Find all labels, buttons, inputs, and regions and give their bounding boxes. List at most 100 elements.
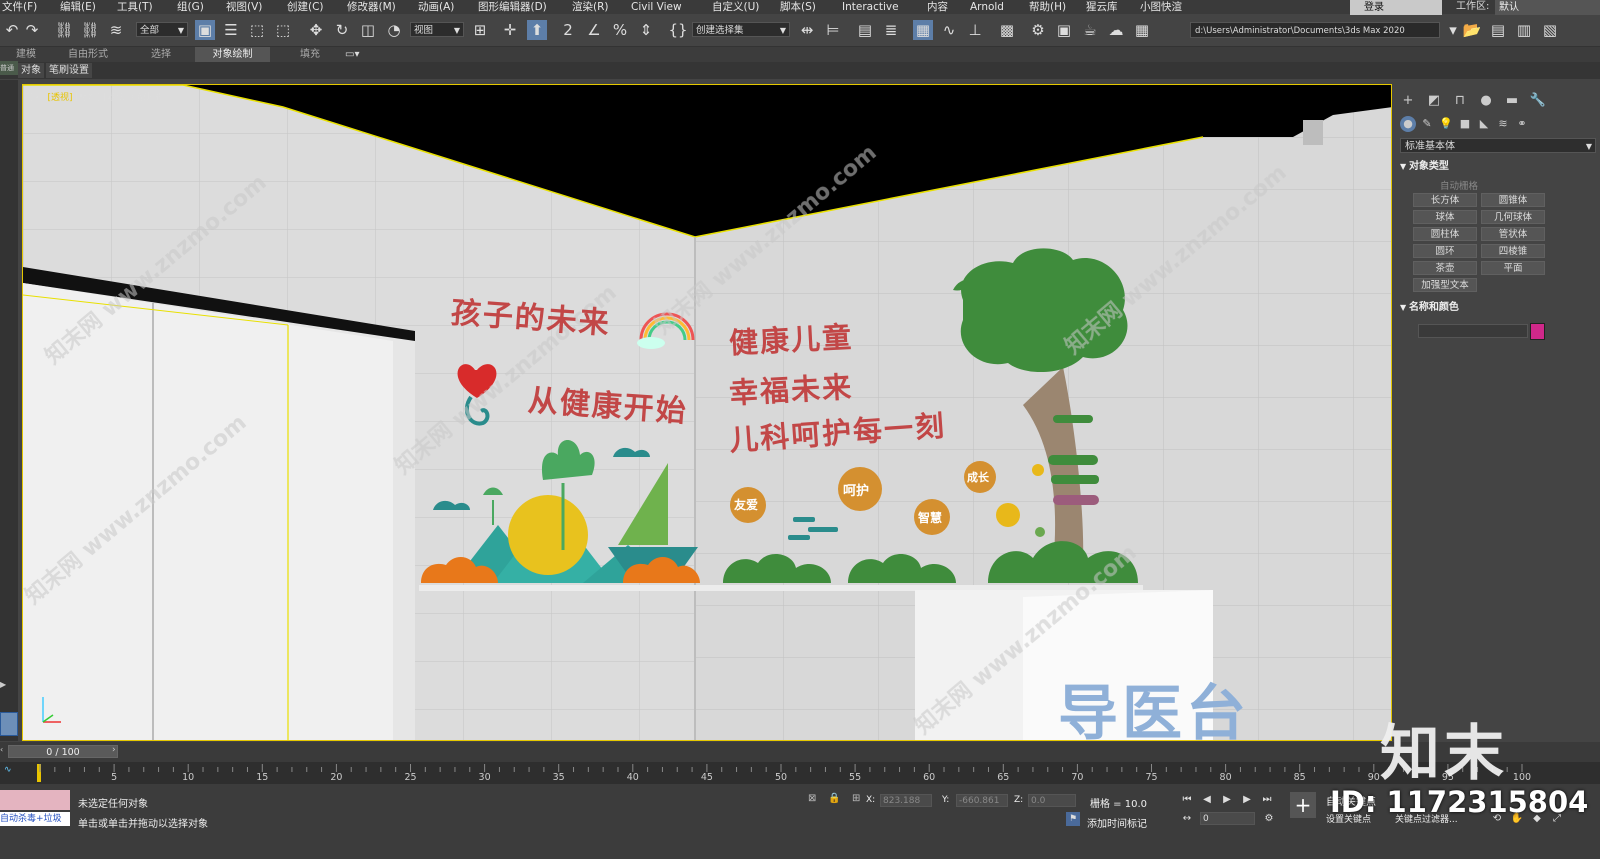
menu-item-18[interactable]: 小图快渲 [1140,0,1182,14]
y-coord-field[interactable]: -660.861 [956,794,1008,807]
link-icon[interactable]: ⛓ [54,20,74,40]
menu-item-17[interactable]: 猩云库 [1086,0,1118,14]
slider-prev-icon[interactable]: ‹ [0,745,8,758]
rendered-frame-icon[interactable]: ▣ [1054,20,1074,40]
auto-grid-checkbox[interactable]: 自动栅格 [1440,178,1478,192]
geosphere-button[interactable]: 几何球体 [1481,210,1545,224]
edit-named-selection-icon[interactable]: {} [668,20,688,40]
maxscript-listener-input[interactable] [0,790,70,810]
modify-tab-icon[interactable]: ◩ [1424,92,1444,110]
object-color-swatch[interactable] [1530,323,1545,340]
motion-tab-icon[interactable]: ● [1476,92,1496,110]
pyramid-button[interactable]: 四棱锥 [1481,244,1545,258]
systems-icon[interactable]: ⚭ [1514,116,1530,132]
menu-item-1[interactable]: 编辑(E) [60,0,96,14]
keyboard-shortcut-override-icon[interactable]: ⬆ [527,20,547,40]
project-open-icon[interactable]: ▤ [1488,20,1508,40]
teapot-button[interactable]: 茶壶 [1413,261,1477,275]
utilities-tab-icon[interactable]: 🔧 [1528,92,1548,110]
sub-tab-brush-settings[interactable]: 笔刷设置 [46,63,92,78]
menu-item-12[interactable]: 脚本(S) [780,0,816,14]
login-button[interactable]: 登录 [1350,0,1442,15]
schematic-view-icon[interactable]: ⊥ [965,20,985,40]
absolute-mode-icon[interactable]: ⊞ [852,793,864,805]
menu-item-3[interactable]: 组(G) [177,0,204,14]
ribbon-tab-freeform[interactable]: 自由形式 [68,47,108,62]
expand-arrow-icon[interactable]: ▶ [0,680,8,692]
rollout-object-type[interactable]: ▼ 对象类型 [1400,160,1596,174]
select-manipulate-icon[interactable]: ✛ [500,20,520,40]
menu-item-8[interactable]: 图形编辑器(D) [478,0,547,14]
z-coord-field[interactable]: 0.0 [1028,794,1076,807]
menu-item-11[interactable]: 自定义(U) [712,0,759,14]
render-iterative-icon[interactable]: ▦ [1132,20,1152,40]
x-coord-field[interactable]: 823.188 [880,794,932,807]
percent-snap-icon[interactable]: % [610,20,630,40]
plane-button[interactable]: 平面 [1481,261,1545,275]
menu-item-10[interactable]: Civil View [631,0,682,14]
bind-spacewarp-icon[interactable]: ≋ [106,20,126,40]
ribbon-tab-object-paint[interactable]: 对象绘制 [195,47,270,62]
align-icon[interactable]: ⊨ [823,20,843,40]
time-config-icon[interactable]: ⚙ [1262,812,1276,826]
perspective-viewport[interactable]: 知末网 www.znzmo.com 知末网 www.znzmo.com 知末网 … [22,84,1392,741]
render-production-icon[interactable]: ☕ [1080,20,1100,40]
ribbon-options-icon[interactable]: ▭▾ [345,47,359,62]
create-tab-icon[interactable]: + [1398,92,1418,110]
play-icon[interactable]: ▶ [1220,793,1234,807]
time-tag-icon[interactable]: ⚑ [1066,812,1080,826]
redo-icon[interactable]: ↷ [22,20,42,40]
torus-button[interactable]: 圆环 [1413,244,1477,258]
window-crossing-icon[interactable]: ⬚ [273,20,293,40]
spinner-snap-icon[interactable]: ⇕ [636,20,656,40]
set-key-button[interactable]: + [1290,792,1316,818]
display-tab-icon[interactable]: ▬ [1502,92,1522,110]
tube-button[interactable]: 管状体 [1481,227,1545,241]
goto-end-icon[interactable]: ⏭ [1260,793,1274,807]
goto-start-icon[interactable]: ⏮ [1180,793,1194,807]
maxscript-mini-output[interactable]: 自动杀毒+垃圾 [0,812,70,826]
menu-item-9[interactable]: 渲染(R) [572,0,609,14]
viewport-menu-shading[interactable]: [默认明暗处理] [103,93,164,103]
angle-snap-icon[interactable]: ∠ [584,20,604,40]
slider-next-icon[interactable]: › [112,745,122,758]
add-time-tag[interactable]: 添加时间标记 [1087,815,1147,830]
workspace-select[interactable]: 默认 [1495,0,1600,15]
select-object-icon[interactable]: ▣ [195,20,215,40]
prev-frame-icon[interactable]: ◀ [1200,793,1214,807]
geometry-icon[interactable]: ● [1400,116,1416,132]
snaps-toggle-icon[interactable]: 2 [558,20,578,40]
project-path-field[interactable]: d:\Users\Administrator\Documents\3ds Max… [1190,22,1440,38]
ribbon-tab-selection[interactable]: 选择 [151,47,171,62]
rect-selection-icon[interactable]: ⬚ [247,20,267,40]
sphere-button[interactable]: 球体 [1413,210,1477,224]
render-setup-icon[interactable]: ⚙ [1028,20,1048,40]
viewport-label[interactable]: [+] [透视] [标准] [默认明暗处理] [30,90,164,103]
cone-button[interactable]: 圆锥体 [1481,193,1545,207]
undo-icon[interactable]: ↶ [2,20,22,40]
next-frame-icon[interactable]: ▶ [1240,793,1254,807]
menu-item-16[interactable]: 帮助(H) [1029,0,1066,14]
project-new-icon[interactable]: ▧ [1540,20,1560,40]
menu-item-15[interactable]: Arnold [970,0,1004,14]
project-folder-icon[interactable]: 📂 [1462,20,1482,40]
ribbon-tab-populate[interactable]: 填充 [300,47,320,62]
ribbon-tab-modeling[interactable]: 建模 [16,47,36,62]
textplus-button[interactable]: 加强型文本 [1413,278,1477,292]
selection-lock-icon[interactable]: 🔒 [828,793,840,805]
placement-icon[interactable]: ◔ [384,20,404,40]
pivot-center-icon[interactable]: ⊞ [470,20,490,40]
viewport-layout-tab[interactable] [0,712,18,736]
cylinder-button[interactable]: 圆柱体 [1413,227,1477,241]
time-slider-thumb[interactable]: 0 / 100 [8,745,118,758]
menu-item-0[interactable]: 文件(F) [2,0,37,14]
scale-icon[interactable]: ◫ [358,20,378,40]
select-by-name-icon[interactable]: ☰ [221,20,241,40]
menu-item-5[interactable]: 创建(C) [287,0,324,14]
menu-item-6[interactable]: 修改器(M) [347,0,396,14]
cameras-icon[interactable]: ■ [1457,116,1473,132]
selection-filter-select[interactable]: 全部 ▼ [136,22,188,37]
viewport-menu-standard[interactable]: [标准] [75,93,100,103]
viewport-menu-perspective[interactable]: [透视] [47,93,72,103]
viewport-menu-plus[interactable]: [+] [30,93,45,103]
